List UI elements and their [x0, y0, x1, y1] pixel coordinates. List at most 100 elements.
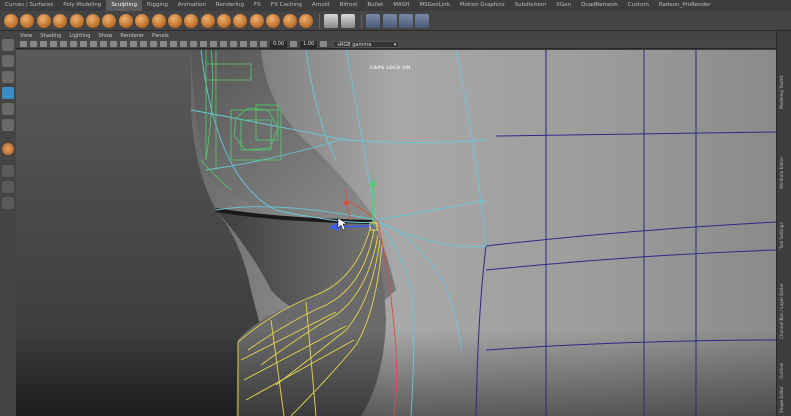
layer-editor-icon[interactable] — [366, 13, 381, 28]
shelf-tab-mash[interactable]: MASH — [388, 0, 414, 11]
shelf-tab-custom[interactable]: Custom — [623, 0, 654, 11]
move-tool-icon[interactable] — [2, 87, 14, 99]
motion-blur-icon[interactable] — [200, 41, 207, 47]
shelf-tab-motion-graphics[interactable]: Motion Graphics — [455, 0, 510, 11]
mask-tool-icon[interactable] — [299, 13, 314, 28]
shelf-tab-arnold[interactable]: Arnold — [307, 0, 335, 11]
shelf-tab-poly-modeling[interactable]: Poly Modeling — [58, 0, 106, 11]
smooth-tool-icon[interactable] — [20, 13, 35, 28]
tab-channel-box[interactable]: Channel Box / Layer Editor — [779, 283, 784, 339]
shelf-tab-animation[interactable]: Animation — [173, 0, 211, 11]
menu-lighting[interactable]: Lighting — [65, 33, 94, 39]
lasso-tool-icon[interactable] — [2, 55, 14, 67]
grab-tool-icon[interactable] — [53, 13, 68, 28]
shelf-tab-rigging[interactable]: Rigging — [142, 0, 173, 11]
x-axis-handle-icon[interactable] — [343, 200, 349, 206]
tab-attribute-editor[interactable]: Attribute Editor — [779, 157, 784, 189]
sculpt-tool-icon[interactable] — [4, 13, 18, 28]
tab-shape-editor[interactable]: Shape Editor — [779, 386, 784, 413]
four-view-layout-icon[interactable] — [2, 181, 14, 193]
bookmark-icon[interactable] — [40, 41, 47, 47]
scale-tool-icon[interactable] — [2, 119, 14, 131]
wax-tool-icon[interactable] — [167, 13, 182, 28]
use-all-lights-icon[interactable] — [170, 41, 177, 47]
ambient-occlusion-icon[interactable] — [190, 41, 197, 47]
shelf-tab-fx[interactable]: FX — [249, 0, 266, 11]
rotate-tool-icon[interactable] — [2, 103, 14, 115]
smear-tool-icon[interactable] — [233, 13, 248, 28]
shelf-tab-msgeolink[interactable]: MSGeoLink — [414, 0, 455, 11]
panel-menu-bar: View Shading Lighting Show Renderer Pane… — [16, 31, 776, 40]
shelf-tab-subdivision[interactable]: Subdivision — [510, 0, 552, 11]
shelf-tab-radeon-prorender[interactable]: Radeon_ProRender — [654, 0, 716, 11]
menu-show[interactable]: Show — [94, 33, 116, 39]
fill-tool-icon[interactable] — [200, 13, 215, 28]
paint-select-tool-icon[interactable] — [2, 71, 14, 83]
shelf-tab-bifrost[interactable]: Bifrost — [335, 0, 363, 11]
menu-shading[interactable]: Shading — [36, 33, 65, 39]
gamma-icon — [290, 41, 298, 47]
knife-tool-icon[interactable] — [217, 13, 232, 28]
flatten-tool-icon[interactable] — [85, 13, 100, 28]
tab-tool-settings[interactable]: Tool Settings — [779, 222, 784, 249]
imprint-tool-icon[interactable] — [151, 13, 166, 28]
camera-attributes-icon[interactable] — [30, 41, 37, 47]
chevron-down-icon: ▾ — [393, 41, 397, 48]
xray-joints-icon[interactable] — [240, 41, 247, 47]
shelf-tab-quadremesh[interactable]: QuadRemesh — [576, 0, 623, 11]
eraser-icon[interactable] — [415, 13, 430, 28]
shadows-icon[interactable] — [180, 41, 187, 47]
menu-view[interactable]: View — [16, 33, 36, 39]
exposure-field[interactable]: 0.00 — [270, 40, 288, 48]
shelf-tab-fx-caching[interactable]: FX Caching — [266, 0, 307, 11]
textured-icon[interactable] — [160, 41, 167, 47]
xray-icon[interactable] — [230, 41, 237, 47]
toolbox — [0, 31, 17, 416]
select-tool-icon[interactable] — [2, 39, 14, 51]
shelf-tab-bullet[interactable]: Bullet — [362, 0, 388, 11]
gamma-field[interactable]: 1.00 — [300, 40, 318, 48]
bulge-tool-icon[interactable] — [249, 13, 264, 28]
foamy-tool-icon[interactable] — [102, 13, 117, 28]
spray-tool-icon[interactable] — [118, 13, 133, 28]
brush-settings-icon[interactable] — [324, 13, 339, 28]
anti-aliasing-icon[interactable] — [210, 41, 217, 47]
last-tool-icon[interactable] — [2, 143, 14, 155]
wireframe-icon[interactable] — [130, 41, 137, 47]
shelf-tab-curves-surfaces[interactable]: Curves / Surfaces — [0, 0, 58, 11]
default-material-icon[interactable] — [150, 41, 157, 47]
tab-modeling-toolkit[interactable]: Modeling Toolkit — [779, 75, 784, 109]
single-perspective-layout-icon[interactable] — [2, 165, 14, 177]
pinch-tool-icon[interactable] — [69, 13, 84, 28]
isolate-select-icon[interactable] — [220, 41, 227, 47]
color-space-dropdown[interactable]: sRGB gamma ▾ — [333, 40, 400, 48]
backface-culling-icon[interactable] — [250, 41, 257, 47]
shelf-tab-rendering[interactable]: Rendering — [211, 0, 249, 11]
field-chart-icon[interactable] — [100, 41, 107, 47]
reference-icon[interactable] — [398, 13, 413, 28]
image-plane-icon[interactable] — [50, 41, 57, 47]
camera-icon[interactable] — [20, 41, 27, 47]
tab-outliner[interactable]: Outliner — [779, 362, 784, 379]
mesh-display-icon[interactable] — [382, 13, 397, 28]
repeat-tool-icon[interactable] — [135, 13, 150, 28]
resolution-gate-icon[interactable] — [80, 41, 87, 47]
scrape-tool-icon[interactable] — [184, 13, 199, 28]
shelf-tab-xgen[interactable]: XGen — [551, 0, 576, 11]
outliner-layout-icon[interactable] — [2, 197, 14, 209]
menu-renderer[interactable]: Renderer — [116, 33, 148, 39]
gate-mask-icon[interactable] — [90, 41, 97, 47]
relax-tool-icon[interactable] — [36, 13, 51, 28]
safe-title-icon[interactable] — [120, 41, 127, 47]
smooth-shade-icon[interactable] — [140, 41, 147, 47]
viewport[interactable] — [16, 50, 776, 416]
grid-icon[interactable] — [60, 41, 67, 47]
shelf-tab-sculpting[interactable]: Sculpting — [106, 0, 142, 11]
menu-panels[interactable]: Panels — [148, 33, 173, 39]
safe-action-icon[interactable] — [110, 41, 117, 47]
falloff-icon[interactable] — [340, 13, 355, 28]
freeze-tool-icon[interactable] — [282, 13, 297, 28]
color-management-icon[interactable] — [320, 41, 328, 47]
amplify-tool-icon[interactable] — [266, 13, 281, 28]
film-gate-icon[interactable] — [70, 41, 77, 47]
